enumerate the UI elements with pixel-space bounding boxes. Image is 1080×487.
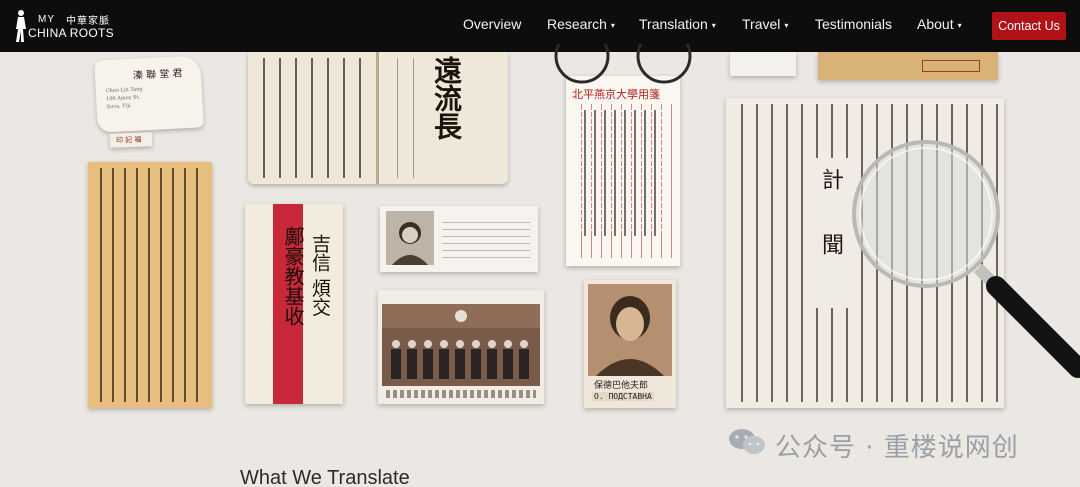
obituary-title: 計 聞 <box>818 168 843 273</box>
stamp-text: 印 記 福 <box>115 135 142 145</box>
book-title: 遠流長 <box>430 56 463 140</box>
nav-label: Translation <box>639 16 708 32</box>
university-letterhead: 北平燕京大學用箋 <box>566 76 680 266</box>
caret-down-icon: ▾ <box>610 21 615 30</box>
nav-about[interactable]: About ▾ <box>917 16 962 32</box>
caret-down-icon: ▾ <box>784 21 789 30</box>
contact-us-button[interactable]: Contact Us <box>992 12 1066 40</box>
handwritten-letter <box>88 162 212 408</box>
nav-label: Testimonials <box>815 16 893 32</box>
stamp-fragment: 印 記 福 <box>109 132 153 148</box>
genealogy-book: 遠流長 <box>248 52 508 184</box>
watermark-text: 公众号 · 重楼说网创 <box>775 433 1019 463</box>
nav-testimonials[interactable]: Testimonials <box>815 16 892 32</box>
brand-han: 中華家脈 <box>66 16 110 27</box>
envelope-top <box>818 52 998 80</box>
portrait-caption-cn: 保德巴他夫郎 <box>594 381 649 391</box>
nav-label: Travel <box>742 16 781 32</box>
nav-travel[interactable]: Travel ▾ <box>742 16 788 32</box>
document-collage: 溱 聯 堂 君 Chen Lin Tang 106 Amoy St. Suva,… <box>0 44 1080 472</box>
paper-scrap <box>730 52 796 76</box>
brand-line2: CHINA ROOTS <box>28 26 114 40</box>
letterhead-title: 北平燕京大學用箋 <box>572 88 660 101</box>
envelope-fragment: 溱 聯 堂 君 Chen Lin Tang 106 Amoy St. Suva,… <box>94 55 204 133</box>
woman-portrait-icon <box>588 284 672 376</box>
envelope-line: Chen Lin Tang <box>105 86 143 95</box>
nav-label: Research <box>547 16 607 32</box>
figure-icon <box>16 10 26 42</box>
nav-label: About <box>917 16 954 32</box>
magnifying-glass-icon <box>852 140 1080 378</box>
caret-down-icon: ▾ <box>957 21 962 30</box>
portrait-caption: О. ПОДСТАВНА <box>592 392 654 401</box>
red-strip-document: 鄺豪教基收 吉信 煩交 <box>245 204 343 404</box>
envelope-line: Suva, Fiji <box>106 102 131 111</box>
side-text: 吉信 煩交 <box>309 234 331 317</box>
nav-translation[interactable]: Translation ▾ <box>639 16 716 32</box>
portrait-photo: 保德巴他夫郎 О. ПОДСТАВНА <box>584 280 676 408</box>
brand-line1: MY <box>38 14 55 25</box>
group-photo <box>378 290 544 404</box>
person-photo-icon <box>386 211 434 265</box>
top-navbar: MY 中華家脈 CHINA ROOTS Overview Research ▾ T… <box>0 0 1080 52</box>
group-people-icon <box>382 304 540 386</box>
nav-label: Overview <box>463 16 522 32</box>
brand-logo[interactable]: MY 中華家脈 CHINA ROOTS <box>14 9 124 43</box>
watermark: 公众号 · 重楼说网创 <box>727 425 1057 463</box>
caret-down-icon: ▾ <box>711 21 716 30</box>
red-strip-text: 鄺豪教基收 <box>281 226 305 326</box>
envelope-name: 溱 聯 堂 君 <box>132 68 183 82</box>
eyeglasses-icon <box>554 44 692 84</box>
envelope-line: 106 Amoy St. <box>106 94 141 103</box>
nav-research[interactable]: Research ▾ <box>547 16 615 32</box>
nav-overview[interactable]: Overview <box>463 16 521 32</box>
id-card <box>380 206 538 272</box>
section-heading: What We Translate <box>240 467 410 487</box>
wechat-icon <box>729 429 765 454</box>
